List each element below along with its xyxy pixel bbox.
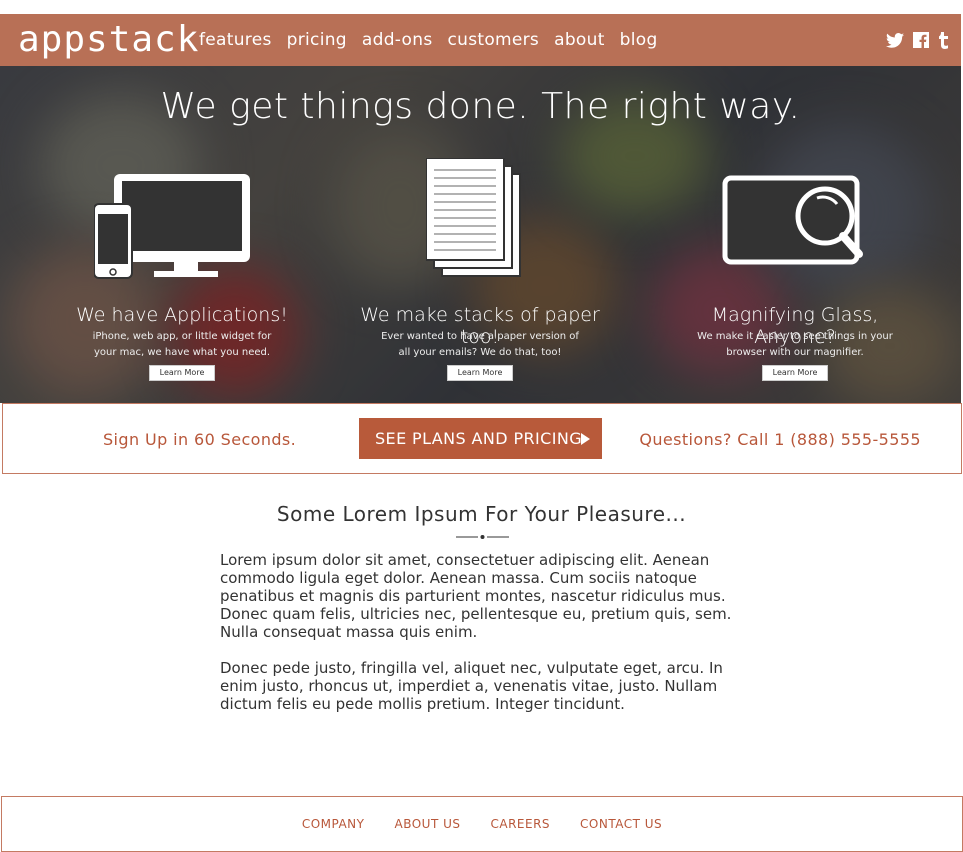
cta-strip: Sign Up in 60 Seconds. SEE PLANS AND PRI… — [2, 403, 962, 474]
signup-link[interactable]: Sign Up in 60 Seconds. — [103, 430, 296, 449]
tumblr-icon[interactable] — [938, 31, 949, 49]
feature-applications: We have Applications! iPhone, web app, o… — [57, 66, 307, 403]
feature-paper-stacks: We make stacks of paper too! Ever wanted… — [355, 66, 605, 403]
feature-text: We make it easier to see things in your … — [697, 331, 893, 358]
footer: COMPANY ABOUT US CAREERS CONTACT US — [1, 796, 963, 852]
logo[interactable]: appstack — [18, 16, 199, 64]
nav-about[interactable]: about — [554, 30, 605, 50]
learn-more-button[interactable]: Learn More — [149, 365, 215, 381]
nav-pricing[interactable]: pricing — [287, 30, 347, 50]
title-divider — [456, 535, 509, 539]
paper-stack-icon — [426, 158, 521, 277]
social-links — [877, 14, 949, 66]
feature-magnifier: Magnifying Glass, Anyone? We make it eas… — [670, 66, 920, 403]
nav-add-ons[interactable]: add-ons — [362, 30, 433, 50]
hero-banner: We get things done. The right way. We ha… — [0, 66, 961, 403]
top-navigation-bar: appstack features pricing add-ons custom… — [0, 14, 961, 66]
facebook-icon[interactable] — [913, 32, 929, 48]
learn-more-button[interactable]: Learn More — [447, 365, 513, 381]
see-plans-button[interactable]: SEE PLANS AND PRICING — [359, 418, 602, 459]
footer-link-contact-us[interactable]: CONTACT US — [580, 817, 662, 831]
nav-customers[interactable]: customers — [447, 30, 539, 50]
section-title: Some Lorem Ipsum For Your Pleasure... — [276, 502, 687, 526]
feature-text: Ever wanted to have a paper version of a… — [381, 331, 579, 358]
footer-link-careers[interactable]: CAREERS — [491, 817, 551, 831]
phone-contact: Questions? Call 1 (888) 555-5555 — [639, 430, 921, 449]
learn-more-button[interactable]: Learn More — [762, 365, 828, 381]
nav-features[interactable]: features — [199, 30, 272, 50]
main-nav: features pricing add-ons customers about… — [199, 14, 673, 66]
nav-blog[interactable]: blog — [620, 30, 658, 50]
play-arrow-icon — [581, 433, 590, 445]
content-paragraph: Donec pede justo, fringilla vel, aliquet… — [220, 659, 723, 713]
twitter-icon[interactable] — [886, 32, 904, 48]
feature-title: We have Applications! — [76, 304, 288, 326]
see-plans-label: SEE PLANS AND PRICING — [375, 429, 583, 448]
footer-link-about-us[interactable]: ABOUT US — [394, 817, 460, 831]
content-paragraph: Lorem ipsum dolor sit amet, consectetuer… — [220, 551, 732, 641]
devices-icon — [94, 174, 250, 279]
magnifier-icon — [722, 175, 863, 265]
footer-links: COMPANY ABOUT US CAREERS CONTACT US — [2, 797, 962, 851]
footer-link-company[interactable]: COMPANY — [302, 817, 365, 831]
feature-text: iPhone, web app, or little widget for yo… — [92, 331, 272, 358]
